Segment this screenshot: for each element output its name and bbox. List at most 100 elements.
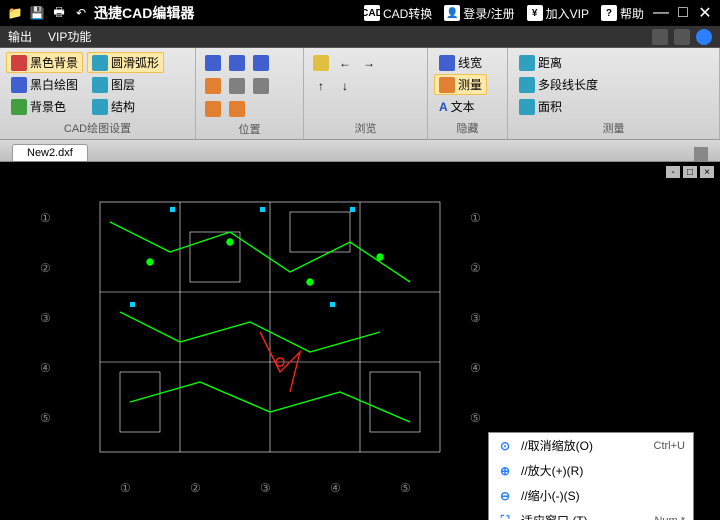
pos-icon-6[interactable] [250, 75, 272, 97]
polyline-length-button[interactable]: 多段线长度 [514, 74, 603, 95]
canvas-min-icon[interactable]: - [666, 166, 680, 178]
cad-drawing: ①②③④⑤ ①②③④⑤ ①②③④⑤ [30, 172, 490, 502]
ribbon-group-measure: 距离 多段线长度 面积 测量 [508, 48, 720, 139]
menubar-icon2[interactable] [674, 29, 690, 45]
tab-new2[interactable]: New2.dxf [12, 144, 88, 161]
ribbon-group-hide: 线宽 测量 A文本 隐藏 [428, 48, 508, 139]
black-bg-icon [11, 55, 27, 71]
black-bg-button[interactable]: 黑色背景 [6, 52, 83, 73]
menu-bar: 输出 VIP功能 [0, 26, 720, 48]
nav-right-icon[interactable]: → [358, 52, 380, 74]
group-label: 位置 [202, 120, 297, 138]
question-icon: ? [601, 5, 617, 21]
pos-icon-8[interactable] [226, 98, 248, 120]
svg-text:②: ② [40, 261, 51, 275]
menu-vip[interactable]: VIP功能 [48, 28, 91, 45]
ctx-cancel-zoom[interactable]: ⊙//取消缩放(O)Ctrl+U [489, 433, 693, 458]
text-icon: A [439, 100, 448, 114]
canvas-window-controls: - □ × [666, 166, 714, 178]
ctx-zoom-in[interactable]: ⊕//放大(+)(R) [489, 458, 693, 483]
measure-button[interactable]: 测量 [434, 74, 487, 95]
group-label: 测量 [514, 119, 713, 137]
qat-open-icon[interactable]: 📁 [6, 4, 24, 22]
tab-dropdown-icon[interactable] [694, 147, 708, 161]
svg-text:③: ③ [470, 311, 481, 325]
pos-icon-3[interactable] [250, 52, 272, 74]
structure-icon [92, 99, 108, 115]
lineweight-button[interactable]: 线宽 [434, 52, 487, 73]
bw-draw-button[interactable]: 黑白绘图 [6, 74, 83, 95]
bgcolor-icon [11, 99, 27, 115]
ribbon-group-position: 位置 [196, 48, 304, 139]
layers-icon [92, 77, 108, 93]
close-button[interactable]: ✕ [694, 3, 716, 23]
help-button[interactable]: ?帮助 [595, 5, 650, 22]
arc-icon [92, 55, 108, 71]
maximize-button[interactable]: □ [672, 4, 694, 22]
bw-icon [11, 77, 27, 93]
svg-text:⑤: ⑤ [400, 481, 411, 495]
group-label: 隐藏 [434, 119, 501, 137]
ribbon-group-browse: ←→ ↑↓ 浏览 [304, 48, 428, 139]
qat-undo-icon[interactable]: ↶ [72, 4, 90, 22]
pos-icon-2[interactable] [226, 52, 248, 74]
polyline-icon [519, 77, 535, 93]
user-icon: 👤 [444, 5, 460, 21]
nav-up-icon[interactable]: ↑ [310, 75, 332, 97]
ctx-fit-window[interactable]: ⛶适应窗口 (T)Num * [489, 508, 693, 520]
svg-text:②: ② [470, 261, 481, 275]
cad-convert-button[interactable]: CADCAD转换 [358, 5, 438, 22]
structure-button[interactable]: 结构 [87, 96, 164, 117]
qat-redo-icon[interactable]: ↷ [94, 4, 112, 22]
group-label: 浏览 [310, 119, 421, 137]
pos-icon-5[interactable] [226, 75, 248, 97]
smooth-arc-button[interactable]: 圆滑弧形 [87, 52, 164, 73]
zoom-out-icon: ⊖ [497, 488, 513, 504]
svg-text:⑤: ⑤ [40, 411, 51, 425]
canvas-restore-icon[interactable]: □ [683, 166, 697, 178]
pan-icon[interactable] [310, 52, 332, 74]
lineweight-icon [439, 55, 455, 71]
menu-output[interactable]: 输出 [8, 28, 32, 45]
fit-icon: ⛶ [497, 513, 513, 520]
canvas-close-icon[interactable]: × [700, 166, 714, 178]
menubar-help-icon[interactable] [696, 29, 712, 45]
distance-button[interactable]: 距离 [514, 52, 603, 73]
login-button[interactable]: 👤登录/注册 [438, 5, 520, 22]
nav-down-icon[interactable]: ↓ [334, 75, 356, 97]
area-button[interactable]: 面积 [514, 96, 603, 117]
pos-icon-1[interactable] [202, 52, 224, 74]
distance-icon [519, 55, 535, 71]
svg-text:①: ① [40, 211, 51, 225]
ribbon: 黑色背景 黑白绘图 背景色 圆滑弧形 图层 结构 CAD绘图设置 位置 ←→ [0, 48, 720, 140]
bgcolor-button[interactable]: 背景色 [6, 96, 83, 117]
quick-access-toolbar: 📁 💾 🖶 ↶ ↷ [6, 4, 112, 22]
svg-text:④: ④ [470, 361, 481, 375]
measure-icon [439, 77, 455, 93]
vip-button[interactable]: ¥加入VIP [521, 5, 595, 22]
area-icon [519, 99, 535, 115]
svg-text:④: ④ [330, 481, 341, 495]
nav-left-icon[interactable]: ← [334, 52, 356, 74]
group-label: CAD绘图设置 [6, 119, 189, 137]
svg-text:③: ③ [40, 311, 51, 325]
svg-text:①: ① [470, 211, 481, 225]
menubar-icon1[interactable] [652, 29, 668, 45]
layers-button[interactable]: 图层 [87, 74, 164, 95]
yen-icon: ¥ [527, 5, 543, 21]
cad-icon: CAD [364, 5, 380, 21]
ctx-zoom-out[interactable]: ⊖//缩小(-)(S) [489, 483, 693, 508]
svg-text:①: ① [120, 481, 131, 495]
document-tabs: New2.dxf [0, 140, 720, 162]
qat-save-icon[interactable]: 💾 [28, 4, 46, 22]
pos-icon-7[interactable] [202, 98, 224, 120]
qat-print-icon[interactable]: 🖶 [50, 4, 68, 22]
svg-text:③: ③ [260, 481, 271, 495]
svg-text:②: ② [190, 481, 201, 495]
ribbon-group-settings: 黑色背景 黑白绘图 背景色 圆滑弧形 图层 结构 CAD绘图设置 [0, 48, 196, 139]
text-button[interactable]: A文本 [434, 96, 487, 117]
pos-icon-4[interactable] [202, 75, 224, 97]
drawing-canvas[interactable]: - □ × ①②③④⑤ ①②③④⑤ ①②③④⑤ ⊙//取 [0, 162, 720, 520]
svg-text:④: ④ [40, 361, 51, 375]
minimize-button[interactable]: — [650, 4, 672, 22]
